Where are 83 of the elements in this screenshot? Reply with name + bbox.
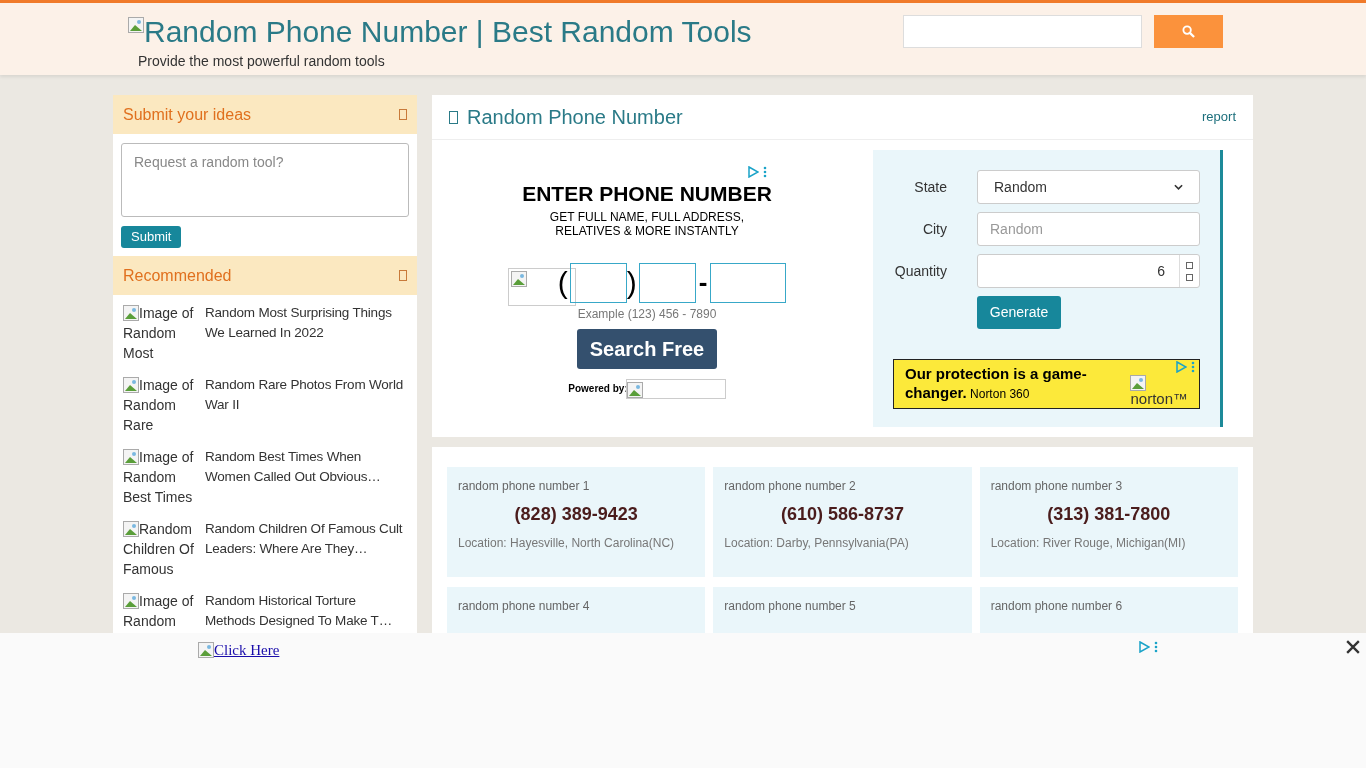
tagline: Provide the most powerful random tools <box>137 52 386 71</box>
panel-title: Recommended <box>123 265 232 286</box>
recommended-item[interactable]: Image of Random Best Times Random Best Times When Women Called Out Obvious… <box>123 447 407 508</box>
recommended-item[interactable]: Image of Random Random Historical Torture Methods Designed To Make T… <box>123 591 407 633</box>
recommended-item[interactable]: Image of Random Rare Random Rare Photos From World War II <box>123 375 407 436</box>
broken-image-icon <box>123 593 139 610</box>
ad-text: Our protection is a game-changer. Norton 360 <box>905 365 1088 403</box>
more-icon[interactable] <box>763 166 767 178</box>
powered-by-text: Powered by: <box>568 382 628 396</box>
result-label: random phone number 6 <box>990 598 1124 615</box>
recommended-title: Random Most Surprising Things We Learned In 2022 <box>205 304 393 343</box>
parenthesis: ) <box>626 265 637 301</box>
result-label: random phone number 1 <box>458 478 591 495</box>
location-text: Location: River Rouge, Michigan(MI) <box>990 535 1187 552</box>
result-label: random phone number 5 <box>724 598 857 615</box>
missing-glyph-icon <box>399 109 407 120</box>
play-icon[interactable] <box>1138 641 1150 653</box>
panel-title: Submit your ideas <box>123 104 252 125</box>
recommended-title: Random Children Of Famous Cult Leaders: Where Are They… <box>205 520 404 559</box>
broken-image-icon <box>123 305 139 322</box>
image-alt-text: Image of Random Rare <box>123 376 195 436</box>
broken-image-icon <box>123 449 139 466</box>
result-label: random phone number 2 <box>724 478 857 495</box>
search-icon <box>1182 25 1195 38</box>
location-text: Location: Darby, Pennsylvania(PA) <box>724 535 910 552</box>
line-number-field[interactable] <box>710 262 787 303</box>
broken-image-icon <box>128 17 144 33</box>
search-button[interactable] <box>1154 15 1223 48</box>
area-code-field[interactable] <box>569 262 627 303</box>
click-here-link[interactable]: Click Here <box>198 639 280 662</box>
image-alt-text: Image of Random Most <box>123 304 195 364</box>
city-field[interactable]: Random <box>977 212 1200 246</box>
report-link[interactable]: report <box>1202 107 1236 127</box>
dash: - <box>697 266 709 299</box>
broken-image-icon <box>198 642 214 659</box>
spin-down-icon[interactable] <box>1186 273 1193 281</box>
parenthesis: ( <box>557 265 568 301</box>
quantity-field[interactable]: 6 <box>977 254 1200 288</box>
ad-subheading: GET FULL NAME, FULL ADDRESS, <box>549 209 745 224</box>
play-icon[interactable] <box>1175 361 1187 373</box>
ad-subheading: RELATIVES & MORE INSTANTLY <box>555 223 739 238</box>
image-alt-text: Random Children Of Famous <box>123 520 195 580</box>
quantity-label: Quantity <box>893 261 947 281</box>
state-select[interactable]: Random <box>977 170 1200 204</box>
location-text: Location: Hayesville, North Carolina(NC) <box>458 535 676 552</box>
close-icon[interactable] <box>1346 640 1360 654</box>
phone-number: (610) 586-8737 <box>779 503 906 526</box>
broken-image-icon <box>123 521 139 538</box>
image-alt-text: Image of Random <box>123 592 195 632</box>
result-label: random phone number 3 <box>990 478 1124 495</box>
recommended-title: Random Rare Photos From World War II <box>205 376 405 415</box>
phone-number: (828) 389-9423 <box>513 503 639 526</box>
ad-heading: ENTER PHONE NUMBER <box>522 181 772 207</box>
recommended-item[interactable]: Image of Random Most Random Most Surprising Things We Learned In 2022 <box>123 303 407 364</box>
image-alt-text: norton™ <box>1130 375 1188 407</box>
submit-button[interactable]: Submit <box>121 226 182 248</box>
image-alt-text: Image of Random Best Times <box>123 448 195 508</box>
missing-glyph-icon <box>399 270 407 282</box>
recommended-item[interactable]: Random Children Of Famous Random Children Of Famous Cult Leaders: Where Are They… <box>123 519 407 580</box>
broken-image-icon <box>626 381 643 398</box>
broken-image-icon <box>510 270 527 287</box>
spin-up-icon[interactable] <box>1186 261 1193 269</box>
state-label: State <box>913 177 947 197</box>
play-icon[interactable] <box>747 166 759 178</box>
prefix-field[interactable] <box>638 262 696 303</box>
city-label: City <box>921 219 947 239</box>
chevron-down-icon <box>1174 184 1183 190</box>
broken-image-icon <box>123 377 139 394</box>
example-text: Example (123) 456 - 7890 <box>577 305 717 323</box>
site-logo[interactable]: Random Phone Number | Best Random Tools <box>128 15 752 49</box>
phone-number: (313) 381-7800 <box>1046 503 1172 526</box>
more-icon[interactable] <box>1154 641 1158 653</box>
more-icon[interactable] <box>1191 361 1195 373</box>
missing-glyph-icon <box>449 110 458 124</box>
broken-image-icon <box>1130 375 1147 391</box>
result-label: random phone number 4 <box>458 598 591 615</box>
generate-button[interactable]: Generate <box>977 296 1061 329</box>
idea-field[interactable]: Request a random tool? <box>121 143 409 217</box>
recommended-title: Random Best Times When Women Called Out Obvious… <box>205 448 382 487</box>
recommended-title: Random Historical Torture Methods Designed To Make T… <box>205 592 393 631</box>
search-field[interactable] <box>903 15 1142 48</box>
tool-title: Random Phone Number <box>467 105 683 130</box>
search-free-button[interactable]: Search Free <box>577 328 717 369</box>
